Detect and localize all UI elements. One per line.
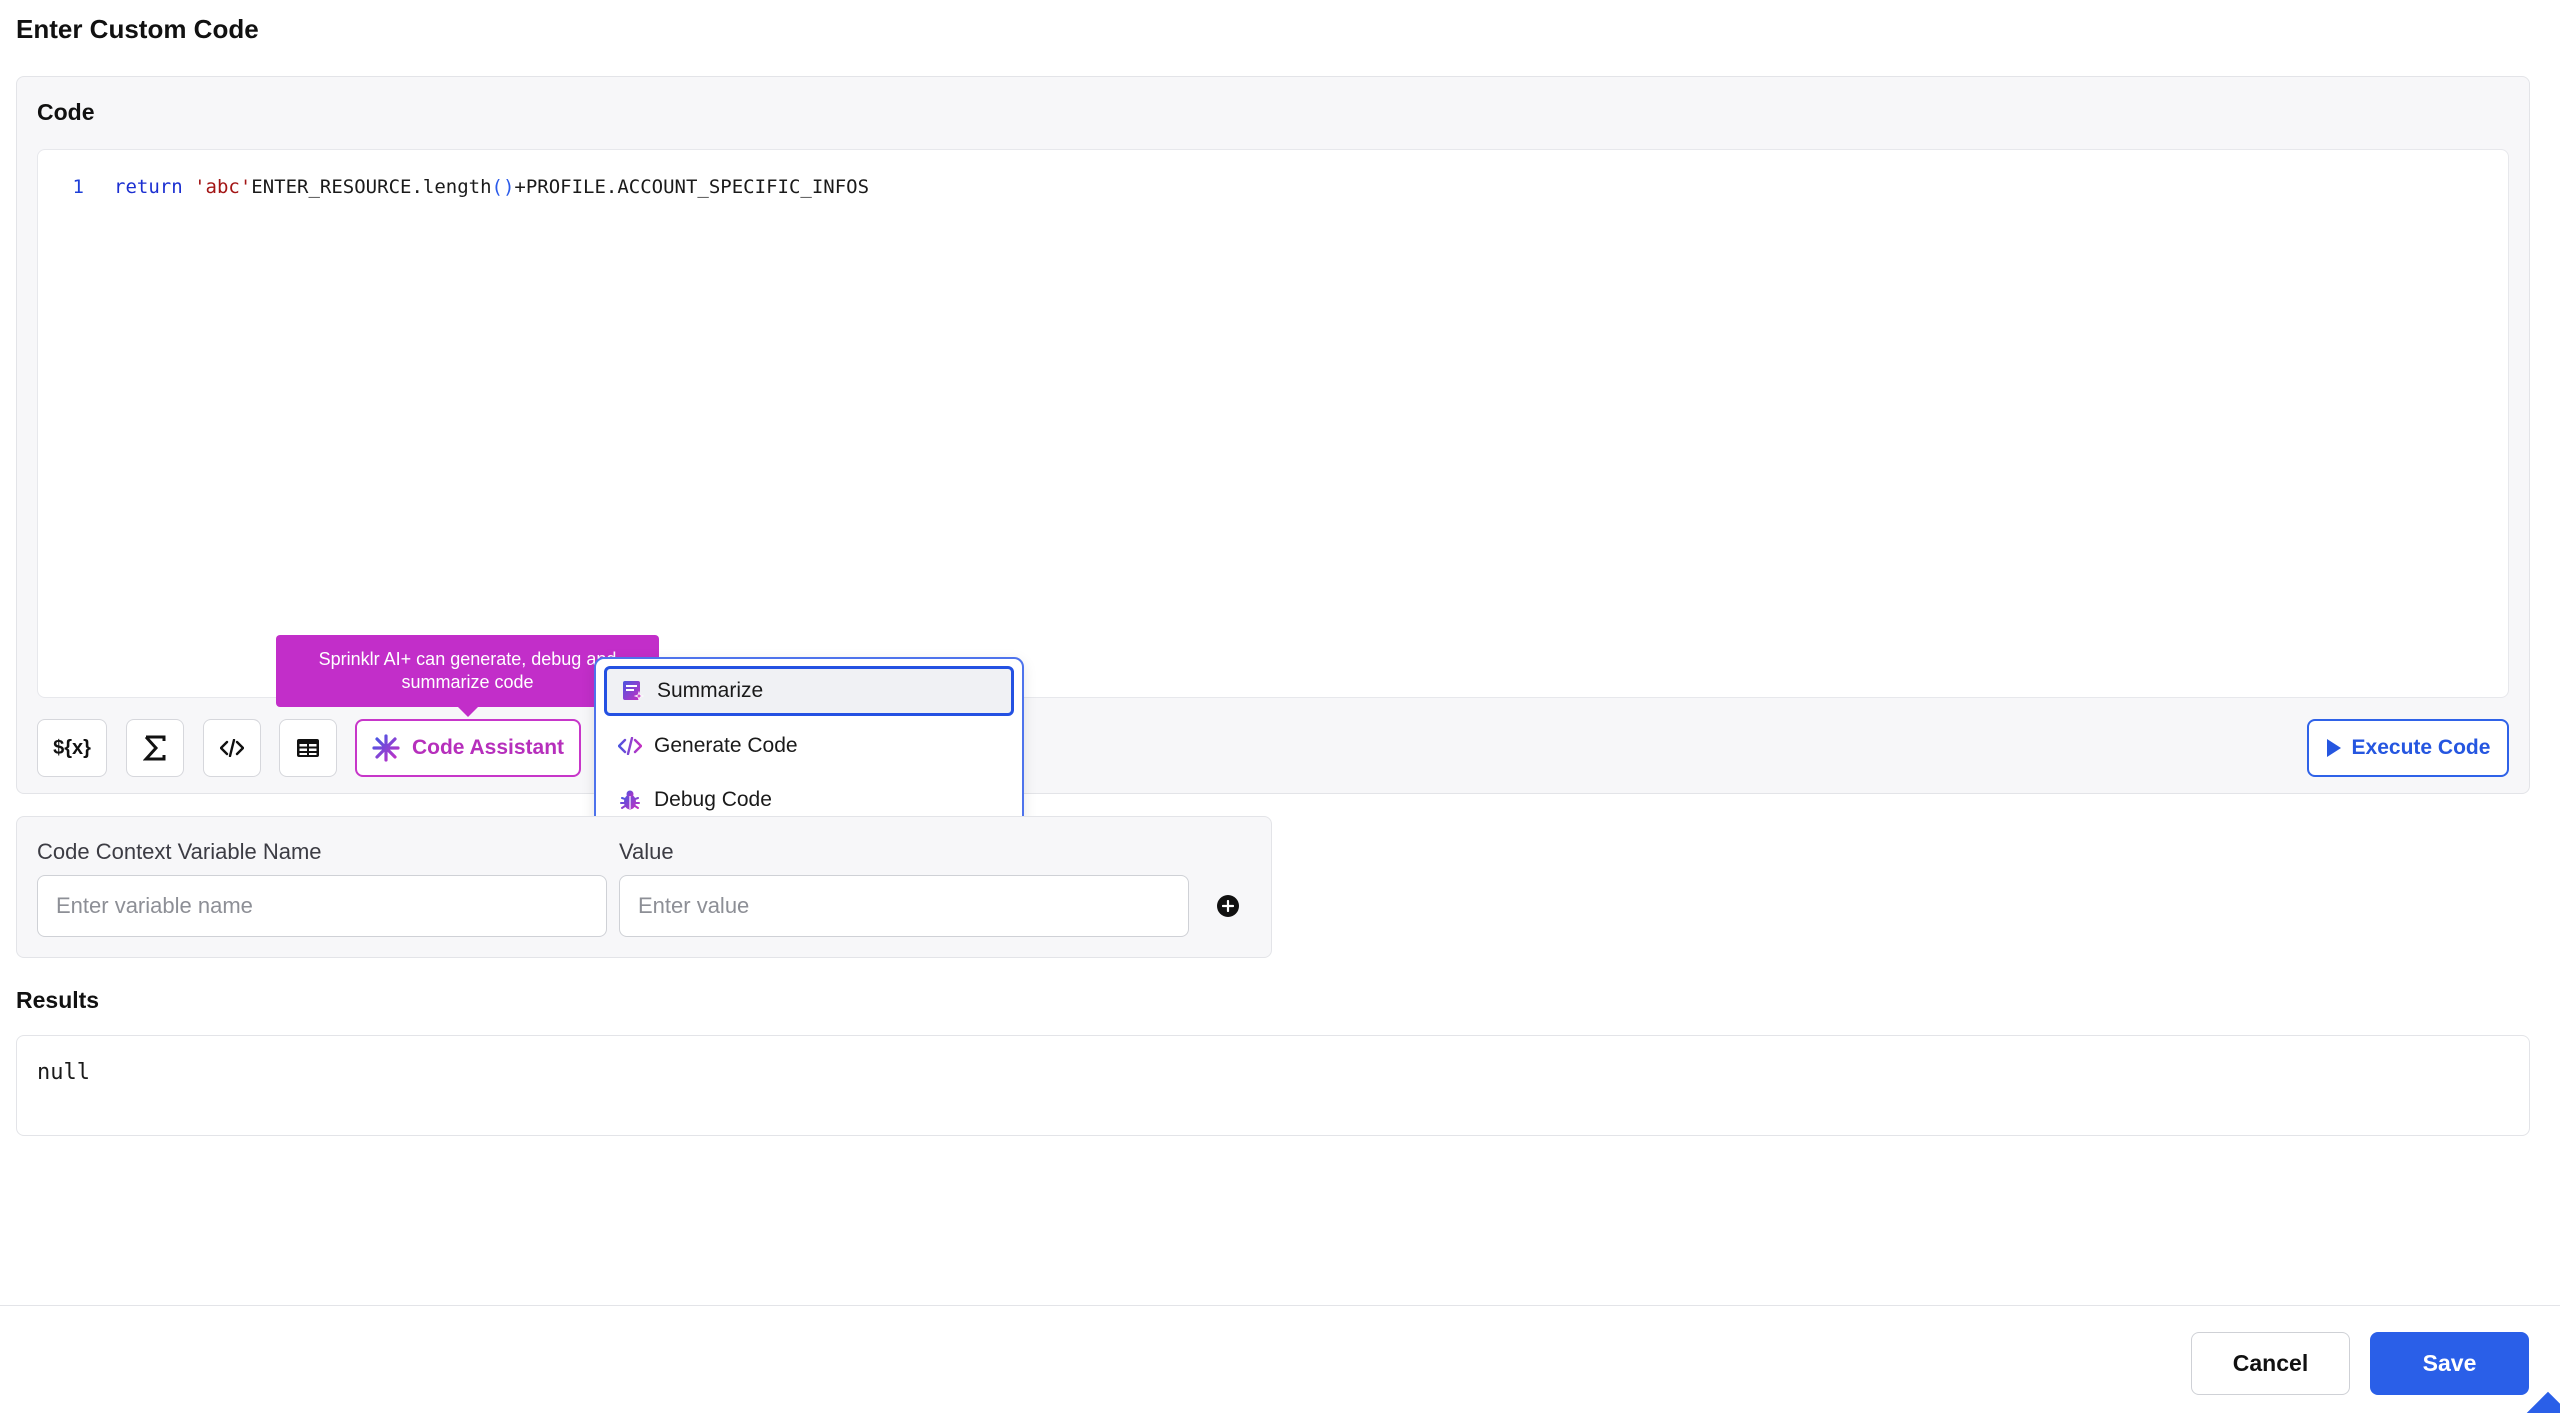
menu-item-label: Debug Code (654, 788, 772, 811)
summarize-icon (623, 681, 645, 702)
play-icon (2326, 739, 2341, 757)
code-assistant-label: Code Assistant (411, 736, 565, 759)
footer-divider (0, 1305, 2560, 1306)
menu-item-summarize[interactable]: Summarize (604, 666, 1014, 716)
insert-snippet-button[interactable] (203, 719, 261, 777)
variable-name-label: Code Context Variable Name (37, 839, 322, 864)
page-title: Enter Custom Code (16, 14, 259, 44)
code-line[interactable]: 1 return 'abc'ENTER_RESOURCE.length()+PR… (38, 172, 869, 202)
menu-item-generate-code[interactable]: Generate Code (604, 721, 1014, 771)
insert-function-button[interactable] (126, 719, 184, 777)
variable-label: ${x} (53, 736, 91, 759)
tooltip-arrow (457, 706, 479, 717)
table-icon (297, 739, 319, 757)
results-value: null (37, 1060, 90, 1085)
context-variables-panel: Code Context Variable Name Value (16, 816, 1272, 958)
variable-value-input[interactable] (619, 875, 1189, 937)
sigma-icon (143, 735, 166, 761)
line-number: 1 (72, 176, 84, 198)
bug-icon (620, 790, 640, 810)
results-label: Results (16, 987, 100, 1013)
insert-variable-button[interactable]: ${x} (37, 719, 107, 777)
add-variable-button[interactable] (1217, 895, 1239, 917)
code-token-identifier: ENTER_RESOURCE.length (251, 176, 492, 198)
sparkle-icon (372, 734, 400, 762)
results-output: null (16, 1035, 2530, 1136)
code-text[interactable]: return 'abc'ENTER_RESOURCE.length()+PROF… (114, 176, 869, 198)
code-icon (220, 739, 244, 757)
menu-item-label: Generate Code (654, 734, 798, 757)
cancel-button[interactable]: Cancel (2191, 1332, 2350, 1395)
variable-name-input[interactable] (37, 875, 607, 937)
code-assistant-button[interactable]: Code Assistant (355, 719, 581, 777)
variable-value-label: Value (619, 839, 674, 864)
execute-code-label: Execute Code (2351, 736, 2491, 759)
save-button[interactable]: Save (2370, 1332, 2529, 1395)
insert-table-button[interactable] (279, 719, 337, 777)
code-token-identifier-2: +PROFILE.ACCOUNT_SPECIFIC_INFOS (514, 176, 870, 198)
code-token-string: 'abc' (194, 176, 252, 198)
plus-icon (1222, 900, 1234, 912)
menu-item-label: Summarize (657, 679, 764, 702)
code-icon (618, 737, 642, 755)
code-assistant-menu: Summarize Generate Code Debug Code (594, 657, 1024, 835)
corner-indicator (2519, 1391, 2560, 1413)
code-section-label: Code (37, 99, 95, 125)
code-editor[interactable]: 1 return 'abc'ENTER_RESOURCE.length()+PR… (37, 149, 2509, 698)
execute-code-button[interactable]: Execute Code (2307, 719, 2509, 777)
code-token-paren: () (491, 176, 515, 198)
code-token-keyword: return (114, 176, 183, 198)
